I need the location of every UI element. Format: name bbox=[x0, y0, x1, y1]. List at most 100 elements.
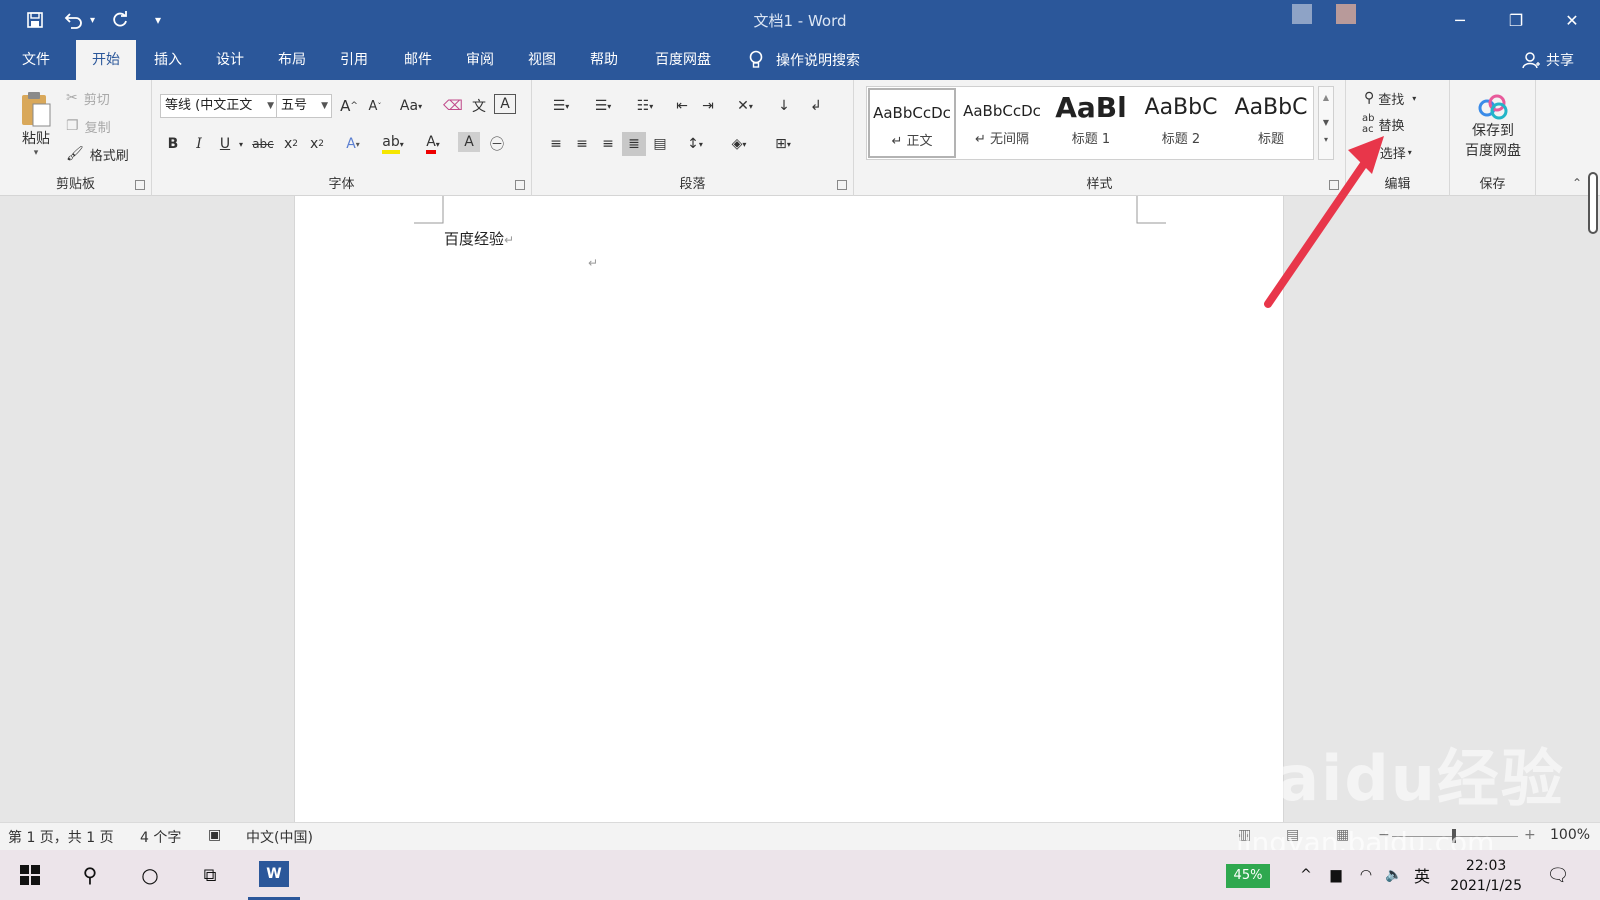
gallery-more-icon[interactable]: ▾ bbox=[1319, 135, 1333, 144]
superscript-icon[interactable]: x2 bbox=[306, 132, 328, 156]
page-count[interactable]: 第 1 页，共 1 页 bbox=[8, 827, 114, 847]
chinese-layout-icon[interactable]: ✕ ▾ bbox=[728, 94, 762, 118]
style-heading-2[interactable]: AaBbC 标题 2 bbox=[1138, 88, 1224, 158]
battery-indicator[interactable]: 45% bbox=[1226, 864, 1270, 888]
borders-icon[interactable]: ⊞ ▾ bbox=[766, 132, 800, 156]
text-effects-icon[interactable]: A ▾ bbox=[338, 132, 368, 156]
clipboard-dialog-launcher-icon[interactable] bbox=[135, 180, 145, 190]
tab-layout[interactable]: 布局 bbox=[272, 40, 312, 80]
tab-home[interactable]: 开始 bbox=[76, 40, 136, 80]
zoom-level[interactable]: 100% bbox=[1550, 827, 1590, 843]
style-title[interactable]: AaBbC 标题 bbox=[1228, 88, 1314, 158]
cortana-icon[interactable]: ○ bbox=[126, 850, 174, 900]
font-dialog-launcher-icon[interactable] bbox=[515, 180, 525, 190]
network-adapter-icon[interactable]: ▆ bbox=[1324, 850, 1348, 900]
task-view-icon[interactable]: ⧉ bbox=[186, 850, 234, 900]
distributed-icon[interactable]: ▤ bbox=[648, 132, 672, 156]
subscript-icon[interactable]: x2 bbox=[280, 132, 302, 156]
share-button[interactable]: 共享 bbox=[1522, 40, 1574, 80]
shading-icon[interactable]: ◈ ▾ bbox=[722, 132, 756, 156]
tab-insert[interactable]: 插入 bbox=[148, 40, 188, 80]
enclose-characters-icon[interactable]: ㊀ bbox=[486, 132, 508, 156]
restore-icon[interactable]: ❐ bbox=[1488, 0, 1544, 40]
highlight-color-icon[interactable]: ab ▾ bbox=[376, 132, 410, 156]
show-hide-marks-icon[interactable]: ↲ bbox=[804, 94, 828, 118]
select-dropdown-icon[interactable]: ▾ bbox=[1408, 148, 1412, 157]
windows-start-icon[interactable] bbox=[6, 850, 54, 900]
underline-icon[interactable]: U bbox=[214, 132, 236, 156]
style-normal[interactable]: AaBbCcDc ↵ 正文 bbox=[868, 88, 956, 158]
tab-review[interactable]: 审阅 bbox=[460, 40, 500, 80]
clear-formatting-icon[interactable]: ⌫ bbox=[442, 94, 464, 118]
find-dropdown-icon[interactable]: ▾ bbox=[1412, 94, 1416, 103]
close-icon[interactable]: ✕ bbox=[1544, 0, 1600, 40]
multilevel-list-icon[interactable]: ☷ ▾ bbox=[628, 94, 662, 118]
account-avatar[interactable] bbox=[1336, 4, 1356, 24]
font-size-dropdown-icon[interactable]: ▼ bbox=[321, 95, 328, 117]
italic-icon[interactable]: I bbox=[188, 132, 210, 156]
minimize-icon[interactable]: ─ bbox=[1432, 0, 1488, 40]
paste-button[interactable]: 粘贴 ▾ bbox=[16, 86, 56, 162]
notification-icon[interactable]: 🗨 bbox=[1538, 850, 1578, 900]
character-border-icon[interactable]: A bbox=[494, 94, 516, 114]
align-center-icon[interactable]: ≡ bbox=[570, 132, 594, 156]
replace-button[interactable]: ab ac 替换 bbox=[1362, 112, 1405, 136]
document-text[interactable]: 百度经验↵ bbox=[444, 228, 514, 249]
decrease-indent-icon[interactable]: ⇤ bbox=[670, 94, 694, 118]
tell-me-search[interactable]: 操作说明搜索 bbox=[748, 40, 860, 80]
numbering-icon[interactable]: ☰ ▾ bbox=[586, 94, 620, 118]
wifi-icon[interactable]: ◠ bbox=[1354, 850, 1378, 900]
tab-references[interactable]: 引用 bbox=[334, 40, 374, 80]
vertical-scrollbar[interactable] bbox=[1588, 172, 1598, 234]
character-shading-icon[interactable]: A bbox=[458, 132, 480, 152]
style-heading-1[interactable]: AaBl 标题 1 bbox=[1048, 88, 1134, 158]
copy-button[interactable]: ❐ 复制 bbox=[66, 114, 111, 138]
font-name-dropdown-icon[interactable]: ▼ bbox=[267, 95, 274, 117]
document-page[interactable] bbox=[294, 196, 1284, 822]
styles-gallery-scroll[interactable]: ▲ ▼ ▾ bbox=[1318, 86, 1334, 160]
align-right-icon[interactable]: ≡ bbox=[596, 132, 620, 156]
sort-icon[interactable]: ↓ bbox=[772, 94, 796, 118]
tab-file[interactable]: 文件 bbox=[16, 40, 56, 80]
underline-dropdown-icon[interactable]: ▾ bbox=[236, 132, 246, 156]
phonetic-guide-icon[interactable]: 文 bbox=[468, 94, 490, 118]
proofing-icon[interactable]: ▣ bbox=[208, 827, 221, 843]
font-name-combo[interactable]: 等线 (中文正文 ▼ bbox=[160, 94, 278, 118]
tab-help[interactable]: 帮助 bbox=[584, 40, 624, 80]
word-taskbar-icon[interactable]: W bbox=[248, 850, 300, 900]
style-no-spacing[interactable]: AaBbCcDc ↵ 无间隔 bbox=[958, 88, 1046, 158]
zoom-in-icon[interactable]: + bbox=[1524, 827, 1536, 843]
align-left-icon[interactable]: ≡ bbox=[544, 132, 568, 156]
bullets-icon[interactable]: ☰ ▾ bbox=[544, 94, 578, 118]
line-spacing-icon[interactable]: ↕ ▾ bbox=[678, 132, 712, 156]
search-icon[interactable]: ⚲ bbox=[66, 850, 114, 900]
bold-icon[interactable]: B bbox=[162, 132, 184, 156]
justify-icon[interactable]: ≣ bbox=[622, 132, 646, 156]
gallery-down-icon[interactable]: ▼ bbox=[1319, 118, 1333, 127]
format-painter-button[interactable]: 🖌 格式刷 bbox=[66, 142, 129, 166]
ime-indicator[interactable]: 英 bbox=[1410, 850, 1434, 900]
tab-design[interactable]: 设计 bbox=[210, 40, 250, 80]
paragraph-dialog-launcher-icon[interactable] bbox=[837, 180, 847, 190]
increase-indent-icon[interactable]: ⇥ bbox=[696, 94, 720, 118]
word-count[interactable]: 4 个字 bbox=[140, 827, 181, 847]
volume-icon[interactable]: 🔈 bbox=[1382, 850, 1406, 900]
select-button[interactable]: ↖ 选择 ▾ bbox=[1364, 140, 1412, 164]
tab-mailings[interactable]: 邮件 bbox=[398, 40, 438, 80]
collapse-ribbon-icon[interactable]: ⌃ bbox=[1572, 176, 1582, 190]
change-case-icon[interactable]: Aa ▾ bbox=[394, 94, 428, 118]
find-button[interactable]: ⚲ 查找 ▾ bbox=[1364, 86, 1416, 110]
styles-dialog-launcher-icon[interactable] bbox=[1329, 180, 1339, 190]
font-color-icon[interactable]: A ▾ bbox=[416, 132, 450, 156]
strikethrough-icon[interactable]: abc bbox=[250, 132, 276, 156]
shrink-font-icon[interactable]: Aˇ bbox=[364, 94, 386, 118]
paste-dropdown-icon[interactable]: ▾ bbox=[34, 148, 39, 158]
gallery-up-icon[interactable]: ▲ bbox=[1319, 93, 1333, 102]
save-to-baidu-netdisk-button[interactable]: 保存到 百度网盘 bbox=[1454, 86, 1532, 166]
cut-button[interactable]: ✂ 剪切 bbox=[66, 86, 110, 110]
grow-font-icon[interactable]: A ^ bbox=[338, 94, 360, 118]
font-size-combo[interactable]: 五号 ▼ bbox=[276, 94, 332, 118]
tab-baidu-netdisk[interactable]: 百度网盘 bbox=[648, 40, 718, 80]
chevron-up-icon[interactable]: ^ bbox=[1296, 850, 1316, 900]
language-indicator[interactable]: 中文(中国) bbox=[246, 827, 313, 847]
